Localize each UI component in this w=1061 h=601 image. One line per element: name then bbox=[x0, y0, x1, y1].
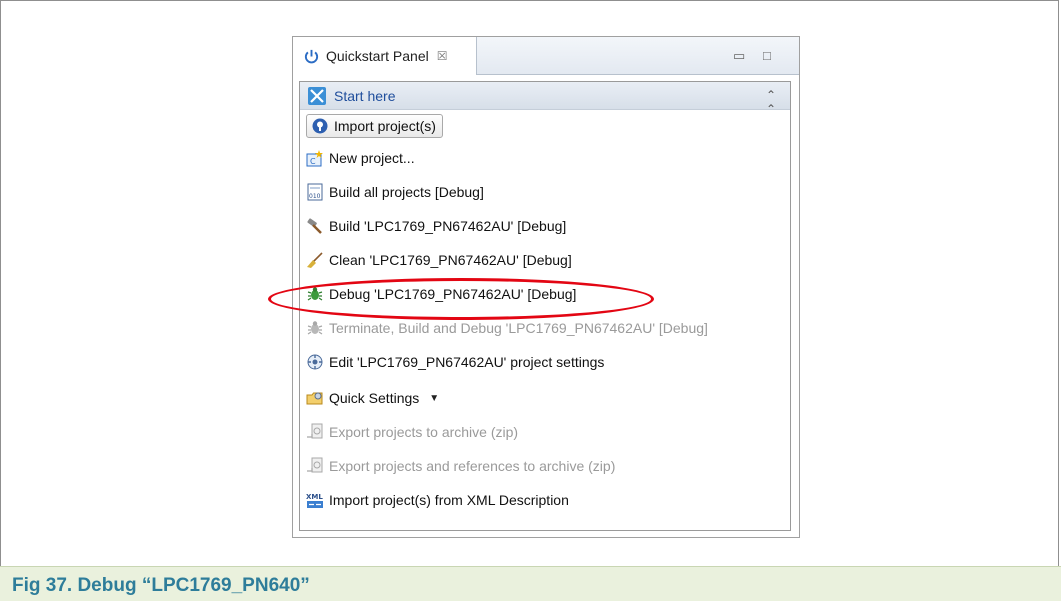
export-icon bbox=[307, 457, 323, 473]
export-icon bbox=[307, 423, 323, 439]
build-all-icon: 010 bbox=[307, 183, 323, 201]
item-label: Edit 'LPC1769_PN67462AU' project setting… bbox=[329, 354, 605, 370]
export-projects-action[interactable]: Export projects to archive (zip) bbox=[306, 418, 518, 446]
svg-text:010: 010 bbox=[309, 193, 321, 200]
svg-text:C: C bbox=[310, 157, 316, 166]
bug-icon bbox=[307, 321, 323, 335]
item-label: Quick Settings bbox=[329, 390, 420, 406]
xml-icon: XML bbox=[306, 493, 323, 508]
maximize-icon[interactable]: □ bbox=[763, 48, 771, 63]
chevron-down-icon[interactable]: ▼ bbox=[429, 393, 439, 404]
broom-icon bbox=[307, 252, 323, 268]
clean-project-action[interactable]: Clean 'LPC1769_PN67462AU' [Debug] bbox=[306, 246, 572, 274]
figure-caption: Fig 37. Debug “LPC1769_PN640” bbox=[0, 566, 1061, 601]
export-projects-references-action[interactable]: Export projects and references to archiv… bbox=[306, 452, 615, 480]
item-label: Export projects and references to archiv… bbox=[329, 458, 616, 474]
highlight-ellipse bbox=[268, 278, 654, 320]
edit-project-settings-action[interactable]: Edit 'LPC1769_PN67462AU' project setting… bbox=[306, 348, 604, 376]
power-icon bbox=[304, 49, 319, 63]
item-label: Clean 'LPC1769_PN67462AU' [Debug] bbox=[329, 252, 572, 268]
folder-icon bbox=[306, 392, 323, 405]
item-label: New project... bbox=[329, 150, 415, 166]
build-all-action[interactable]: 010 Build all projects [Debug] bbox=[306, 178, 484, 206]
collapse-icon[interactable]: ⌃ ⌃ bbox=[766, 88, 776, 116]
item-label: Import project(s) from XML Description bbox=[329, 492, 569, 508]
svg-text:XML: XML bbox=[306, 493, 323, 501]
tab-title: Quickstart Panel bbox=[326, 48, 429, 64]
item-label: Build all projects [Debug] bbox=[329, 184, 484, 200]
quick-settings-menu[interactable]: Quick Settings ▼ bbox=[306, 384, 439, 412]
build-project-action[interactable]: Build 'LPC1769_PN67462AU' [Debug] bbox=[306, 212, 566, 240]
new-project-icon: C bbox=[306, 150, 323, 167]
item-label: Export projects to archive (zip) bbox=[329, 424, 519, 440]
tab-quickstart-panel[interactable]: Quickstart Panel ☒ bbox=[293, 37, 477, 75]
section-title: Start here bbox=[334, 87, 396, 104]
import-projects-button-frame[interactable]: Import project(s) bbox=[306, 114, 443, 138]
settings-icon bbox=[307, 354, 323, 370]
close-icon[interactable]: ☒ bbox=[437, 49, 448, 63]
item-label: Build 'LPC1769_PN67462AU' [Debug] bbox=[329, 218, 567, 234]
tab-strip: Quickstart Panel ☒ ▭ □ bbox=[293, 37, 799, 75]
section-start-here[interactable]: Start here ⌃ ⌃ bbox=[300, 82, 790, 116]
import-projects-button[interactable]: Import project(s) bbox=[306, 112, 443, 140]
start-here-icon bbox=[308, 86, 326, 105]
import-xml-action[interactable]: XML Import project(s) from XML Descripti… bbox=[306, 486, 569, 514]
hammer-icon bbox=[307, 218, 322, 234]
item-label: Terminate, Build and Debug 'LPC1769_PN67… bbox=[329, 320, 708, 336]
item-label: Import project(s) bbox=[334, 118, 436, 134]
minimize-icon[interactable]: ▭ bbox=[733, 48, 745, 64]
new-project-action[interactable]: C New project... bbox=[306, 144, 415, 172]
bulb-icon bbox=[312, 118, 328, 134]
